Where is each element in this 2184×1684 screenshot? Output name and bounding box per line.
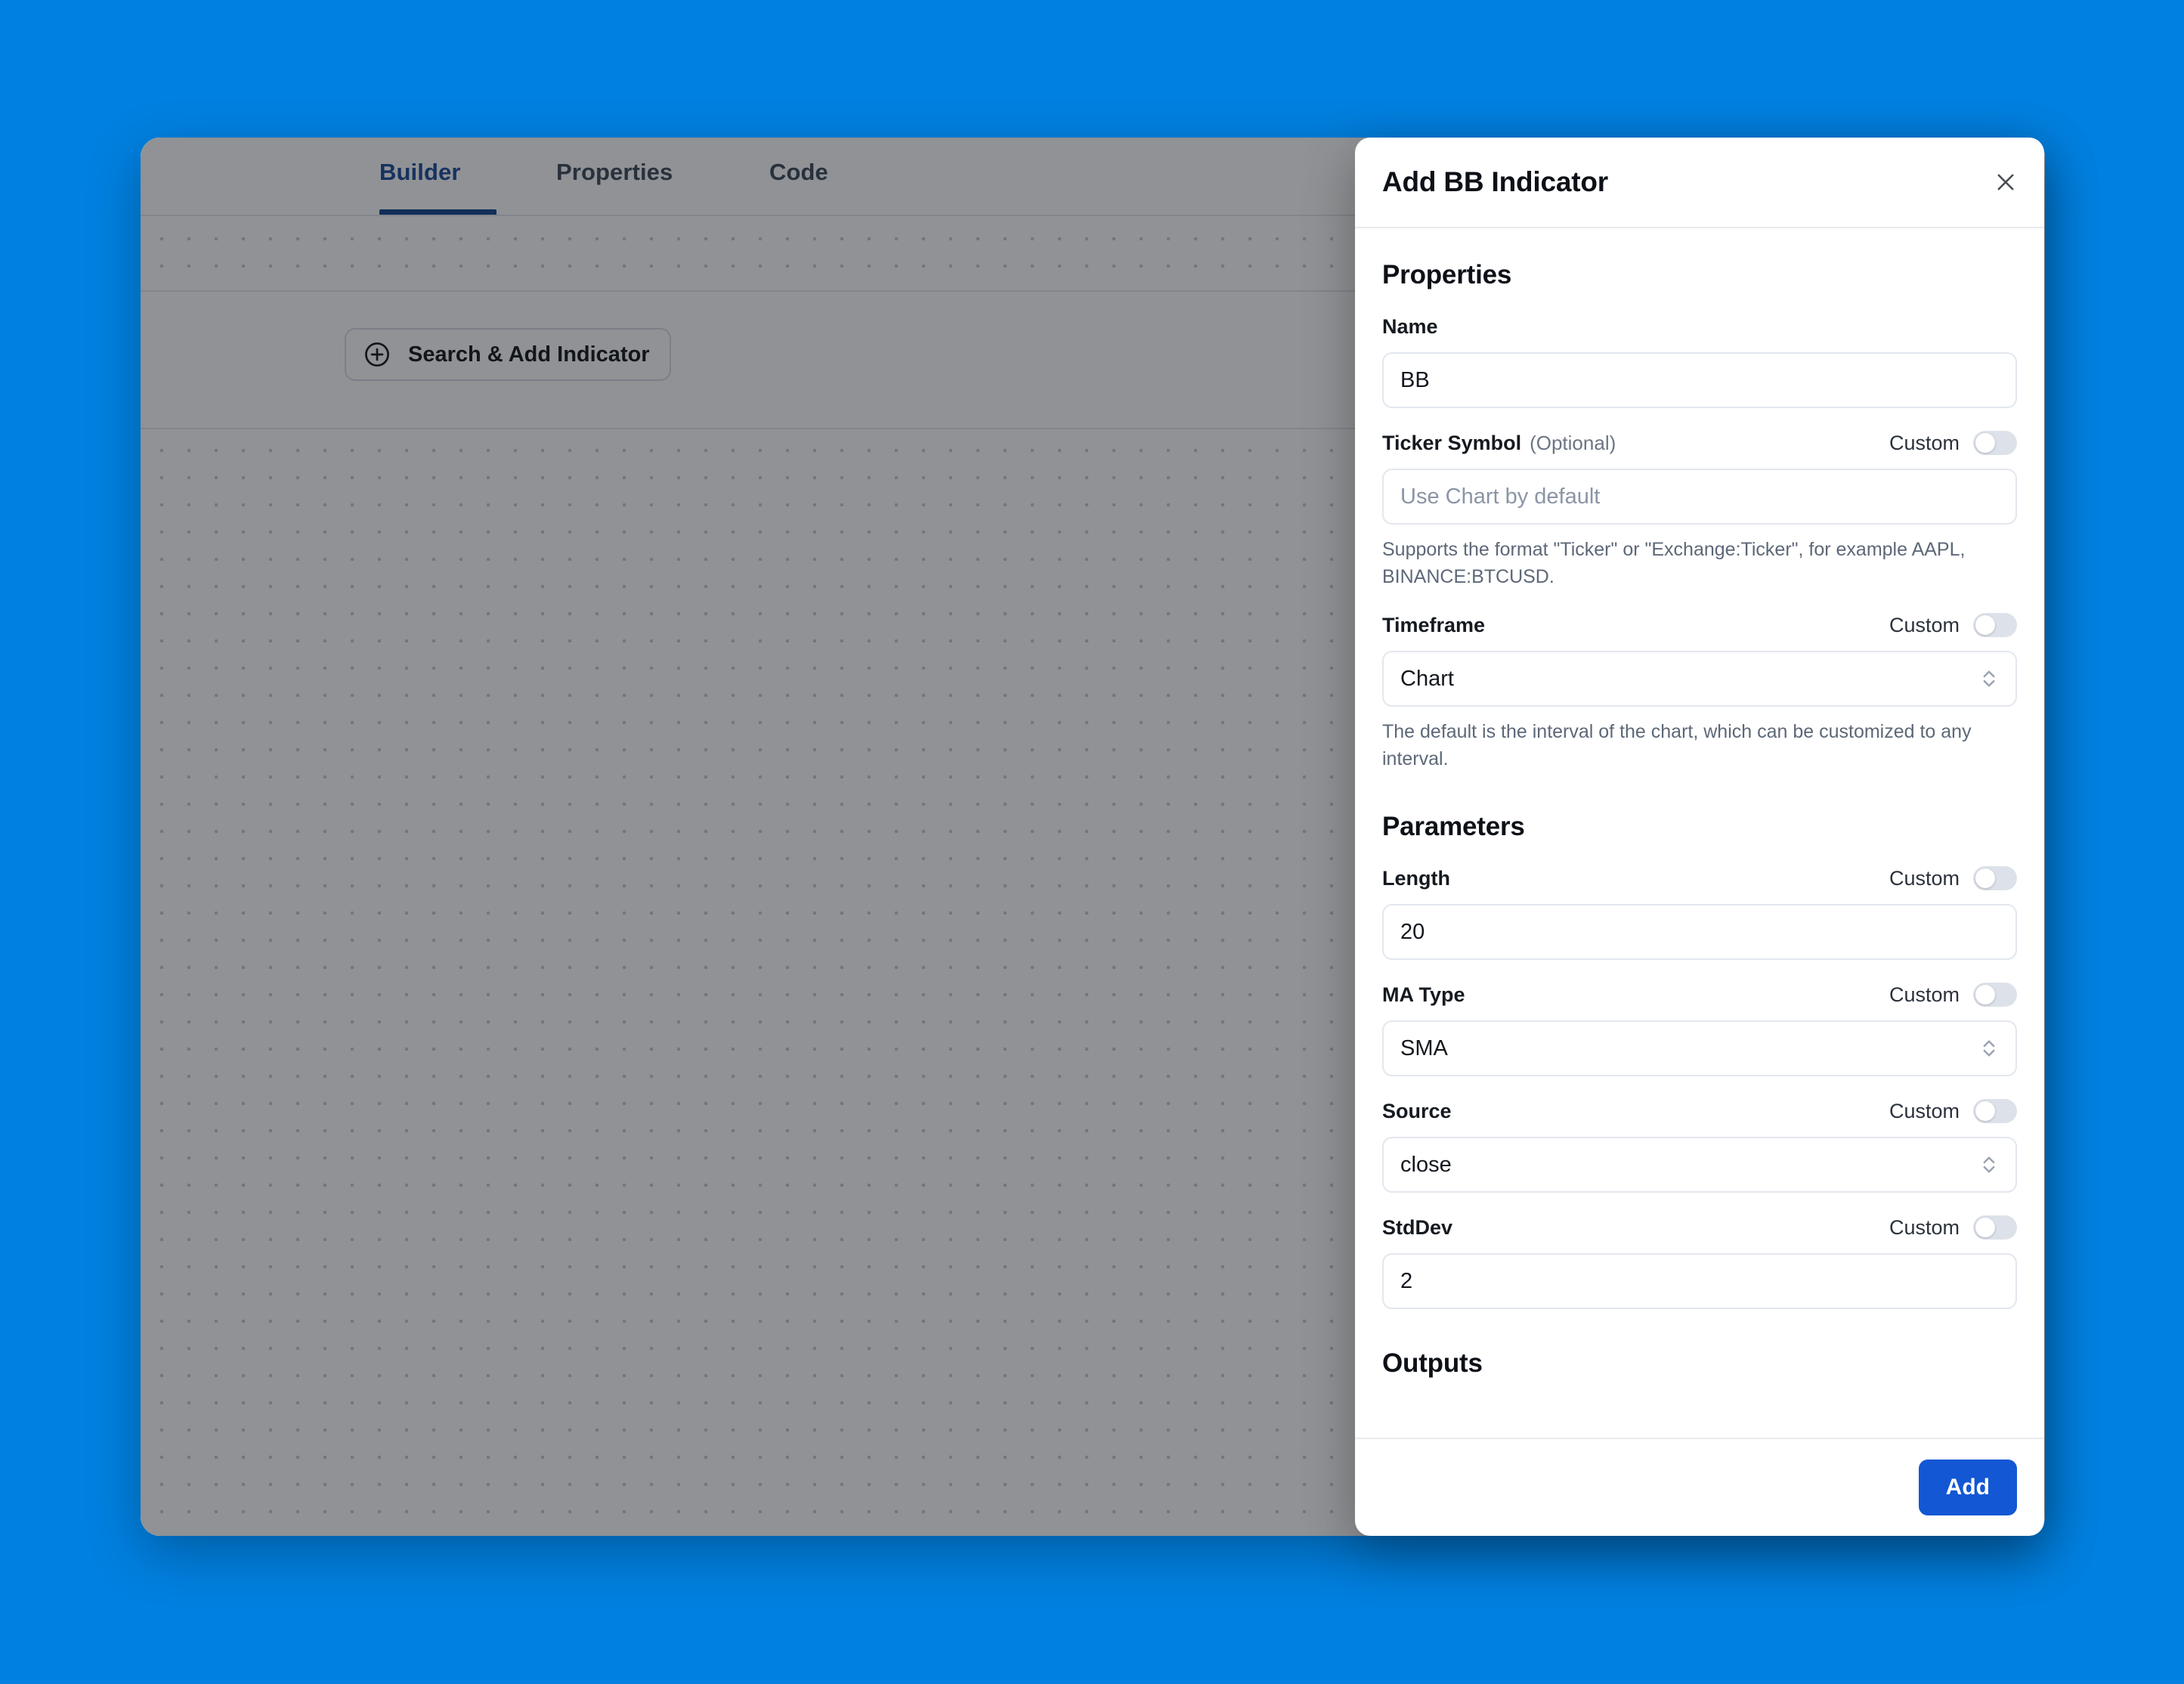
ticker-custom-control: Custom — [1889, 431, 2017, 455]
field-stddev: StdDev Custom 2 — [1382, 1211, 2017, 1309]
field-name: Name BB — [1382, 310, 2017, 408]
field-stddev-label-row: StdDev Custom — [1382, 1211, 2017, 1244]
field-ticker-label-row: Ticker Symbol (Optional) Custom — [1382, 426, 2017, 460]
length-custom-control: Custom — [1889, 866, 2017, 890]
panel-header: Add BB Indicator — [1355, 138, 2044, 228]
toggle-knob — [1975, 868, 1995, 888]
timeframe-select[interactable]: Chart — [1382, 651, 2017, 707]
ticker-symbol-placeholder: Use Chart by default — [1400, 484, 1601, 509]
timeframe-select-value: Chart — [1400, 666, 1454, 691]
field-ticker-label-text: Ticker Symbol — [1382, 431, 1522, 454]
field-name-label-row: Name — [1382, 310, 2017, 343]
field-timeframe-label-row: Timeframe Custom — [1382, 608, 2017, 642]
chevron-updown-icon — [1979, 1152, 1999, 1178]
source-custom-control: Custom — [1889, 1099, 2017, 1123]
timeframe-custom-toggle[interactable] — [1973, 613, 2017, 637]
tab-builder[interactable]: Builder — [379, 159, 461, 186]
chevron-updown-icon — [1979, 666, 1999, 692]
stddev-custom-label: Custom — [1889, 1215, 1960, 1239]
ma-type-select[interactable]: SMA — [1382, 1020, 2017, 1076]
timeframe-helper-text: The default is the interval of the chart… — [1382, 721, 1972, 769]
chevron-updown-icon — [1979, 1035, 1999, 1061]
stddev-input[interactable]: 2 — [1382, 1253, 2017, 1309]
tab-builder-label: Builder — [379, 159, 461, 185]
name-input-value: BB — [1400, 367, 1430, 392]
ticker-custom-label: Custom — [1889, 431, 1960, 454]
ma-type-custom-label: Custom — [1889, 983, 1960, 1006]
toggle-knob — [1975, 1101, 1995, 1121]
ticker-symbol-input[interactable]: Use Chart by default — [1382, 469, 2017, 525]
parameters-heading: Parameters — [1382, 812, 1525, 841]
length-custom-label: Custom — [1889, 866, 1960, 890]
timeframe-custom-label: Custom — [1889, 613, 1960, 636]
toggle-knob — [1975, 433, 1995, 453]
field-length: Length Custom 20 — [1382, 862, 2017, 960]
field-source-label-row: Source Custom — [1382, 1094, 2017, 1128]
field-source: Source Custom close — [1382, 1094, 2017, 1193]
tab-code[interactable]: Code — [769, 159, 828, 186]
close-icon[interactable] — [1988, 165, 2023, 200]
field-length-label: Length — [1382, 866, 1450, 890]
source-custom-toggle[interactable] — [1973, 1099, 2017, 1123]
toggle-knob — [1975, 985, 1995, 1005]
field-ma-type-label: MA Type — [1382, 983, 1465, 1006]
field-length-label-row: Length Custom — [1382, 862, 2017, 895]
ticker-custom-toggle[interactable] — [1973, 431, 2017, 455]
tab-active-underline — [379, 209, 497, 215]
ticker-helper-text: Supports the format "Ticker" or "Exchang… — [1382, 539, 1966, 587]
field-ma-type-label-row: MA Type Custom — [1382, 978, 2017, 1011]
plus-circle-icon — [363, 340, 391, 369]
panel-title: Add BB Indicator — [1382, 166, 1608, 197]
field-ticker-label: Ticker Symbol (Optional) — [1382, 432, 1616, 455]
panel-footer: Add — [1355, 1438, 2044, 1536]
stddev-custom-toggle[interactable] — [1973, 1215, 2017, 1240]
add-button[interactable]: Add — [1918, 1460, 2017, 1515]
field-timeframe-label: Timeframe — [1382, 613, 1486, 636]
field-ticker-optional-text: (Optional) — [1530, 431, 1616, 454]
outputs-heading: Outputs — [1382, 1348, 1483, 1378]
toggle-knob — [1975, 615, 1995, 635]
stddev-custom-control: Custom — [1889, 1215, 2017, 1240]
ma-type-custom-control: Custom — [1889, 983, 2017, 1007]
source-select[interactable]: close — [1382, 1137, 2017, 1193]
search-add-indicator-label: Search & Add Indicator — [408, 342, 650, 367]
field-timeframe: Timeframe Custom Chart The default is th… — [1382, 608, 2017, 772]
ma-type-select-value: SMA — [1400, 1035, 1448, 1060]
field-ma-type: MA Type Custom SMA — [1382, 978, 2017, 1076]
add-indicator-panel: Add BB Indicator Properties Name BB Tick… — [1355, 138, 2044, 1536]
field-source-label: Source — [1382, 1099, 1452, 1122]
length-input[interactable]: 20 — [1382, 904, 2017, 960]
ma-type-custom-toggle[interactable] — [1973, 983, 2017, 1007]
timeframe-custom-control: Custom — [1889, 613, 2017, 637]
field-stddev-label: StdDev — [1382, 1215, 1453, 1239]
field-name-label: Name — [1382, 314, 1438, 338]
panel-body: Properties Name BB Ticker Symbol (Option… — [1355, 228, 2044, 1438]
properties-heading: Properties — [1382, 260, 1512, 289]
name-input[interactable]: BB — [1382, 352, 2017, 408]
tab-code-label: Code — [769, 159, 828, 185]
stddev-input-value: 2 — [1400, 1268, 1413, 1293]
source-custom-label: Custom — [1889, 1099, 1960, 1122]
field-ticker-symbol: Ticker Symbol (Optional) Custom Use Char… — [1382, 426, 2017, 590]
toggle-knob — [1975, 1218, 1995, 1237]
length-custom-toggle[interactable] — [1973, 866, 2017, 890]
length-input-value: 20 — [1400, 919, 1425, 944]
search-add-indicator-button[interactable]: Search & Add Indicator — [345, 328, 671, 381]
tab-properties-label: Properties — [556, 159, 673, 185]
tab-properties[interactable]: Properties — [556, 159, 673, 186]
source-select-value: close — [1400, 1152, 1452, 1177]
